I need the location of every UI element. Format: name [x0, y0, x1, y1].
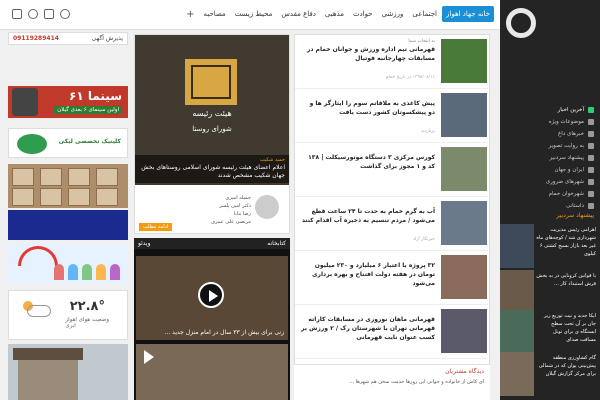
clinic-logo — [17, 134, 47, 154]
building-photo[interactable] — [8, 344, 128, 400]
news-thumb — [441, 147, 487, 191]
council-logo — [185, 59, 237, 105]
comment-text[interactable]: ای کاش از خانواده و جوانی این روزها خدمت… — [304, 379, 484, 385]
news-thumb — [441, 39, 487, 83]
sidebar-item-hot[interactable]: خبرهای داغ — [506, 128, 594, 140]
sidebar-item-latest[interactable]: آخرین اخبار — [506, 104, 594, 116]
nav-social[interactable]: اجتماعی — [408, 6, 441, 22]
list-item[interactable]: آب به گرم خمام به حدت تا ۲۴ ساعت قطع می‌… — [295, 197, 491, 251]
list-item[interactable]: به انتخاب شما قهرمانی تیم اداره ورزش و جو… — [295, 35, 491, 89]
telegram-icon[interactable] — [12, 9, 22, 19]
play-icon[interactable] — [198, 282, 224, 308]
comments-heading: دیدگاه مشتریان — [445, 368, 484, 375]
suggest-item[interactable]: ایکا جدید و نیت توزیع زیر جان بر آن تحت … — [500, 310, 600, 354]
camera-icon — [588, 143, 594, 149]
news-list: به انتخاب شما قهرمانی تیم اداره ورزش و جو… — [294, 34, 491, 400]
cinema-ad-image — [12, 88, 38, 116]
ad-phone[interactable]: 09119289414 — [13, 35, 59, 42]
left-column: 09119289414 پذیرش آگهی سینما ۶۱ اولین سی… — [8, 32, 128, 400]
clinic-ad-banner[interactable]: کلینیک تخصصی لیکی — [8, 128, 128, 158]
bale-icon[interactable] — [60, 9, 70, 19]
blue-ad-banner[interactable] — [8, 210, 128, 240]
sidebar-item-khomam[interactable]: شهرخوان خمام — [506, 188, 594, 200]
weather-temp: ۲۲.۸° — [69, 299, 105, 314]
ad-contact: 09119289414 پذیرش آگهی — [8, 32, 128, 45]
social-links — [12, 9, 70, 19]
suggest-heading: پیشنهاد سردبیر — [556, 212, 594, 219]
play-icon[interactable] — [144, 350, 154, 364]
wikipedia-icon — [255, 195, 279, 219]
suggest-thumb — [500, 352, 534, 396]
suggest-thumb — [500, 224, 534, 268]
comments-section: دیدگاه مشتریان ای کاش از خانواده و جوانی… — [294, 364, 490, 400]
site-logo[interactable] — [506, 8, 536, 38]
featured-sub-list: جمیله امیری دکتر امین پلسر رضا بنابا مرت… — [135, 187, 289, 225]
sidebar-item-cities[interactable]: شهرهای ضروری — [506, 176, 594, 188]
news-icon — [588, 107, 594, 113]
list-item[interactable]: پیش کاغذی به ملاقاتم سوم را ایثارگر ها و… — [295, 89, 491, 143]
suggest-item[interactable]: با قوانین کرونایی در به بخش فرش استبداد … — [500, 270, 600, 314]
nav-home[interactable]: خانه جهاد اهواز — [442, 6, 494, 22]
news-thumb — [441, 93, 487, 137]
video-header: ویدئو کتابخانه — [134, 238, 290, 249]
list-item[interactable]: ۳۲ پروژه با اعتبار ۶ میلیارد و ۲۳۰ میلیو… — [295, 251, 491, 305]
suggest-item[interactable]: اهرامی رئیس مدیریت شهرداری شد / کوچه‌های… — [500, 224, 600, 268]
sidebar-item-editor[interactable]: پیشنهاد سردبیر — [506, 152, 594, 164]
instagram-icon[interactable] — [28, 9, 38, 19]
people-icon — [588, 191, 594, 197]
nav-incidents[interactable]: حوادث — [349, 6, 377, 22]
top-bar: خانه جهاد اهواز اجتماعی ورزشی حوادث مذهب… — [0, 0, 500, 30]
news-thumb — [441, 201, 487, 245]
featured-story[interactable]: هیئت رئیسه شورای روستا حمید شکیب اعلام ا… — [134, 34, 290, 234]
cinema-ad-banner[interactable]: سینما ۶۱ اولین سینمای ۶ بعدی گیلان — [8, 86, 128, 118]
cloud-icon — [27, 305, 51, 317]
nav-religious[interactable]: مذهبی — [321, 6, 348, 22]
video-thumb[interactable] — [136, 344, 288, 400]
nav-sports[interactable]: ورزشی — [378, 6, 408, 22]
nav-defense[interactable]: دفاع مقدس — [277, 6, 320, 22]
pen-icon — [588, 155, 594, 161]
sidebar-item-world[interactable]: ایران و جهان — [506, 164, 594, 176]
nav-environment[interactable]: محیط زیست — [231, 6, 277, 22]
suggest-item[interactable]: گام کشاورزی منطقه پیش‌بینی یوان که در شم… — [500, 352, 600, 396]
weather-widget: ۲۲.۸° وضعیت هوای اهواز ابری — [8, 290, 128, 340]
furniture-ad-banner[interactable] — [8, 164, 128, 208]
weather-city: وضعیت هوای اهواز ابری — [65, 317, 109, 329]
suggest-thumb — [500, 310, 534, 354]
featured-image: هیئت رئیسه شورای روستا حمید شکیب اعلام ا… — [135, 35, 289, 185]
video-section: ویدئو کتابخانه زنی برای بیش از ۳۳ سال در … — [134, 238, 290, 400]
main-nav: خانه جهاد اهواز اجتماعی ورزشی حوادث مذهب… — [182, 6, 494, 22]
phone-icon[interactable] — [44, 9, 54, 19]
book-icon — [588, 203, 594, 209]
star-icon — [588, 119, 594, 125]
featured-caption: حمید شکیب اعلام اعضای هیئت رئیسه شورای ا… — [135, 155, 289, 183]
rainbow-icon — [18, 246, 58, 266]
read-more-button[interactable]: ادامه مطلب — [139, 223, 173, 231]
building-icon — [588, 179, 594, 185]
sidebar-item-stories[interactable]: داستانی — [506, 200, 594, 212]
globe-icon — [588, 167, 594, 173]
news-thumb — [441, 309, 487, 353]
list-item[interactable]: کورس مرکزی ۳ دستگاه موتورسیکلت | ۱۳۸ کد … — [295, 143, 491, 197]
suggest-thumb — [500, 270, 534, 314]
video-player[interactable]: زنی برای بیش از ۳۳ سال در امام منزل جدید… — [136, 256, 288, 340]
news-thumb — [441, 255, 487, 299]
list-item[interactable]: قهرمانی ماهان نوروزی در مسابقات کاراته ق… — [295, 305, 491, 359]
sidebar-item-photos[interactable]: به روایت تصویر — [506, 140, 594, 152]
nav-interview[interactable]: مصاحبه — [200, 6, 230, 22]
kids-ad-banner[interactable] — [8, 244, 128, 284]
ad-label: پذیرش آگهی — [91, 35, 123, 42]
sidebar-item-special[interactable]: موضوعات ویژه — [506, 116, 594, 128]
sidebar-menu: آخرین اخبار موضوعات ویژه خبرهای داغ به ر… — [506, 104, 594, 212]
fire-icon — [588, 131, 594, 137]
plus-icon[interactable]: + — [182, 9, 198, 20]
